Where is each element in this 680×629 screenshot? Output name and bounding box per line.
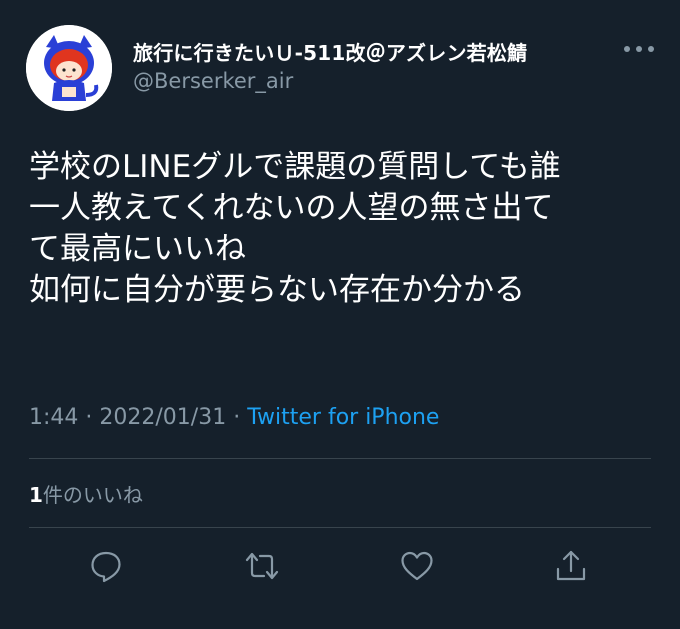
tweet-text: 学校のLINEグルで課題の質問しても誰 一人教えてくれないの人望の無さ出て て最… <box>29 147 659 311</box>
avatar-image <box>26 25 112 111</box>
author-display-name[interactable]: 旅行に行きたいＵ-511改＠アズレン若松鯖 <box>133 37 527 66</box>
divider <box>29 458 651 459</box>
author-handle[interactable]: @Berserker_air <box>133 69 293 93</box>
tweet-text-line: 如何に自分が要らない存在か分かる <box>29 272 525 308</box>
like-icon[interactable] <box>399 548 435 584</box>
more-options-icon[interactable] <box>620 38 658 60</box>
tweet-text-line: 一人教えてくれないの人望の無さ出て <box>29 190 554 226</box>
like-label: 件のいいね <box>42 483 143 507</box>
tweet-text-line: て最高にいいね <box>29 231 246 267</box>
tweet-meta: 1:44 · 2022/01/31 · Twitter for iPhone <box>29 405 439 430</box>
tweet-text-line: 学校のLINEグルで課題の質問しても誰 <box>29 149 561 185</box>
retweet-icon[interactable] <box>244 548 280 584</box>
meta-separator: · <box>85 405 93 430</box>
reply-icon[interactable] <box>88 548 124 584</box>
tweet-source-link[interactable]: Twitter for iPhone <box>247 405 439 430</box>
tweet-time[interactable]: 1:44 <box>29 405 78 430</box>
divider <box>29 527 651 528</box>
likes-stat[interactable]: 1件のいいね <box>29 479 143 508</box>
tweet-date[interactable]: 2022/01/31 <box>99 405 226 430</box>
meta-separator: · <box>233 405 241 430</box>
share-icon[interactable] <box>553 548 589 584</box>
like-count: 1 <box>29 483 43 507</box>
avatar[interactable] <box>26 25 112 111</box>
